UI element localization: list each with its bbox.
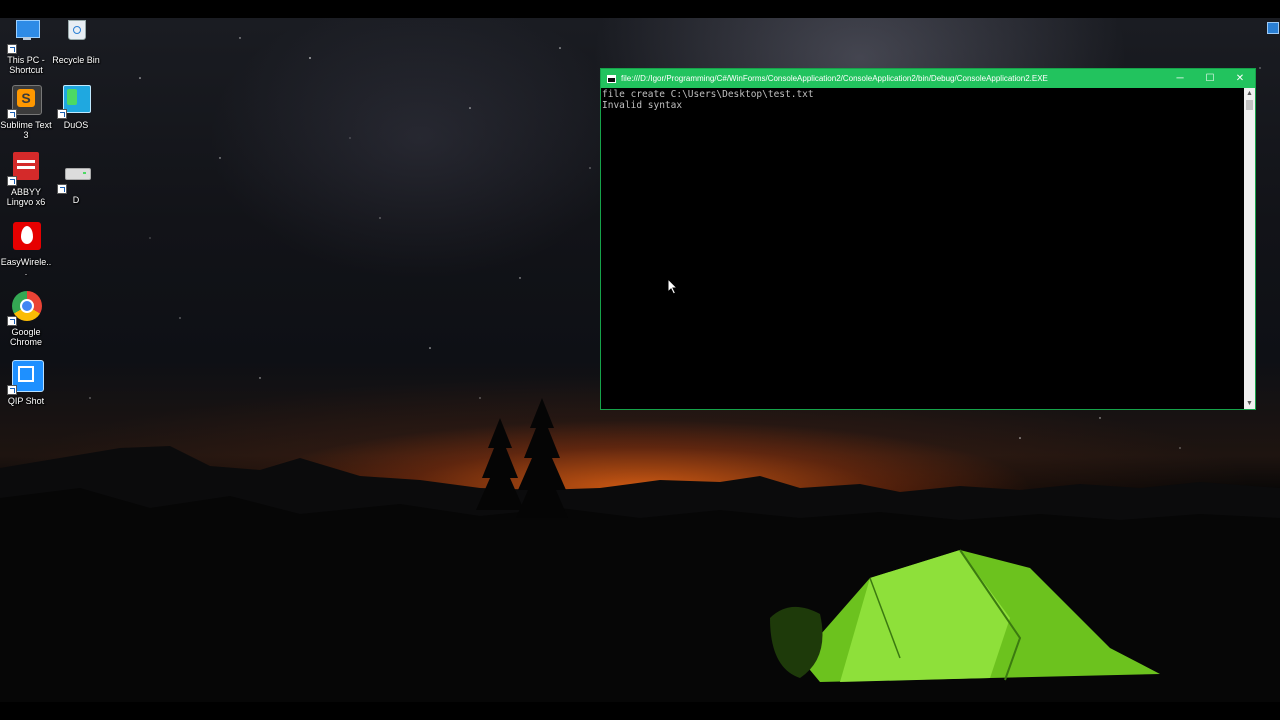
letterbox-bottom (0, 702, 1280, 720)
sublime-text-icon: S (7, 83, 43, 119)
desktop-icon-label: Recycle Bin (52, 55, 100, 65)
easywireless-icon (9, 220, 43, 254)
desktop-icon-abbyy-lingvo[interactable]: ABBYY Lingvo x6 (0, 150, 52, 207)
this-pc-icon (7, 18, 43, 54)
desktop-icon-qip-shot[interactable]: QIP Shot (0, 359, 52, 406)
console-titlebar[interactable]: file:///D:/Igor/Programming/C#/WinForms/… (601, 69, 1255, 88)
qip-shot-icon (7, 359, 44, 395)
console-line: Invalid syntax (602, 100, 683, 111)
recycle-bin-icon (59, 18, 93, 52)
desktop-icon-google-chrome[interactable]: Google Chrome (0, 290, 52, 347)
desktop-icon-recycle-bin[interactable]: Recycle Bin (50, 18, 102, 65)
desktop-icon-label: ABBYY Lingvo x6 (6, 187, 46, 207)
abbyy-lingvo-icon (7, 150, 43, 186)
desktop-icon-easywireless[interactable]: EasyWirele... (0, 220, 52, 277)
desktop-icon-label: Sublime Text 3 (0, 120, 52, 140)
drive-icon (57, 158, 93, 194)
desktop-icon-duos[interactable]: DuOS (50, 83, 102, 130)
scroll-thumb[interactable] (1246, 100, 1253, 110)
desktop-icon-label: QIP Shot (7, 396, 45, 406)
chrome-icon (7, 290, 43, 326)
desktop-icon-sublime-text[interactable]: S Sublime Text 3 (0, 83, 52, 140)
minimize-button[interactable]: ─ (1165, 69, 1195, 88)
desktop-icon-this-pc[interactable]: This PC - Shortcut (0, 18, 52, 75)
desktop-icon-label: D (72, 195, 80, 205)
console-window[interactable]: file:///D:/Igor/Programming/C#/WinForms/… (600, 68, 1256, 410)
desktop-icon-label: DuOS (63, 120, 89, 130)
screen: This PC - Shortcut Recycle Bin S Sublime… (0, 0, 1280, 720)
desktop-icon-label: EasyWirele... (0, 257, 52, 277)
close-button[interactable]: ✕ (1225, 69, 1255, 88)
corner-tray-icon[interactable] (1267, 22, 1279, 34)
desktop-icon-label: Google Chrome (9, 327, 42, 347)
console-app-icon[interactable] (607, 74, 616, 83)
letterbox-top (0, 0, 1280, 18)
desktop-icon-drive-d[interactable]: D (50, 158, 102, 205)
duos-icon (57, 83, 93, 119)
mouse-pointer-icon (667, 278, 679, 295)
vertical-scrollbar[interactable]: ▲ ▼ (1244, 88, 1255, 409)
console-title: file:///D:/Igor/Programming/C#/WinForms/… (621, 74, 1048, 83)
console-output[interactable]: file create C:\Users\Desktop\test.txt Inv… (601, 88, 1243, 409)
console-line: file create C:\Users\Desktop\test.txt (602, 89, 814, 100)
window-controls: ─ ☐ ✕ (1165, 69, 1255, 88)
maximize-button[interactable]: ☐ (1195, 69, 1225, 88)
desktop-icon-label: This PC - Shortcut (7, 55, 45, 75)
scroll-down-icon[interactable]: ▼ (1244, 398, 1255, 409)
scroll-up-icon[interactable]: ▲ (1244, 88, 1255, 99)
